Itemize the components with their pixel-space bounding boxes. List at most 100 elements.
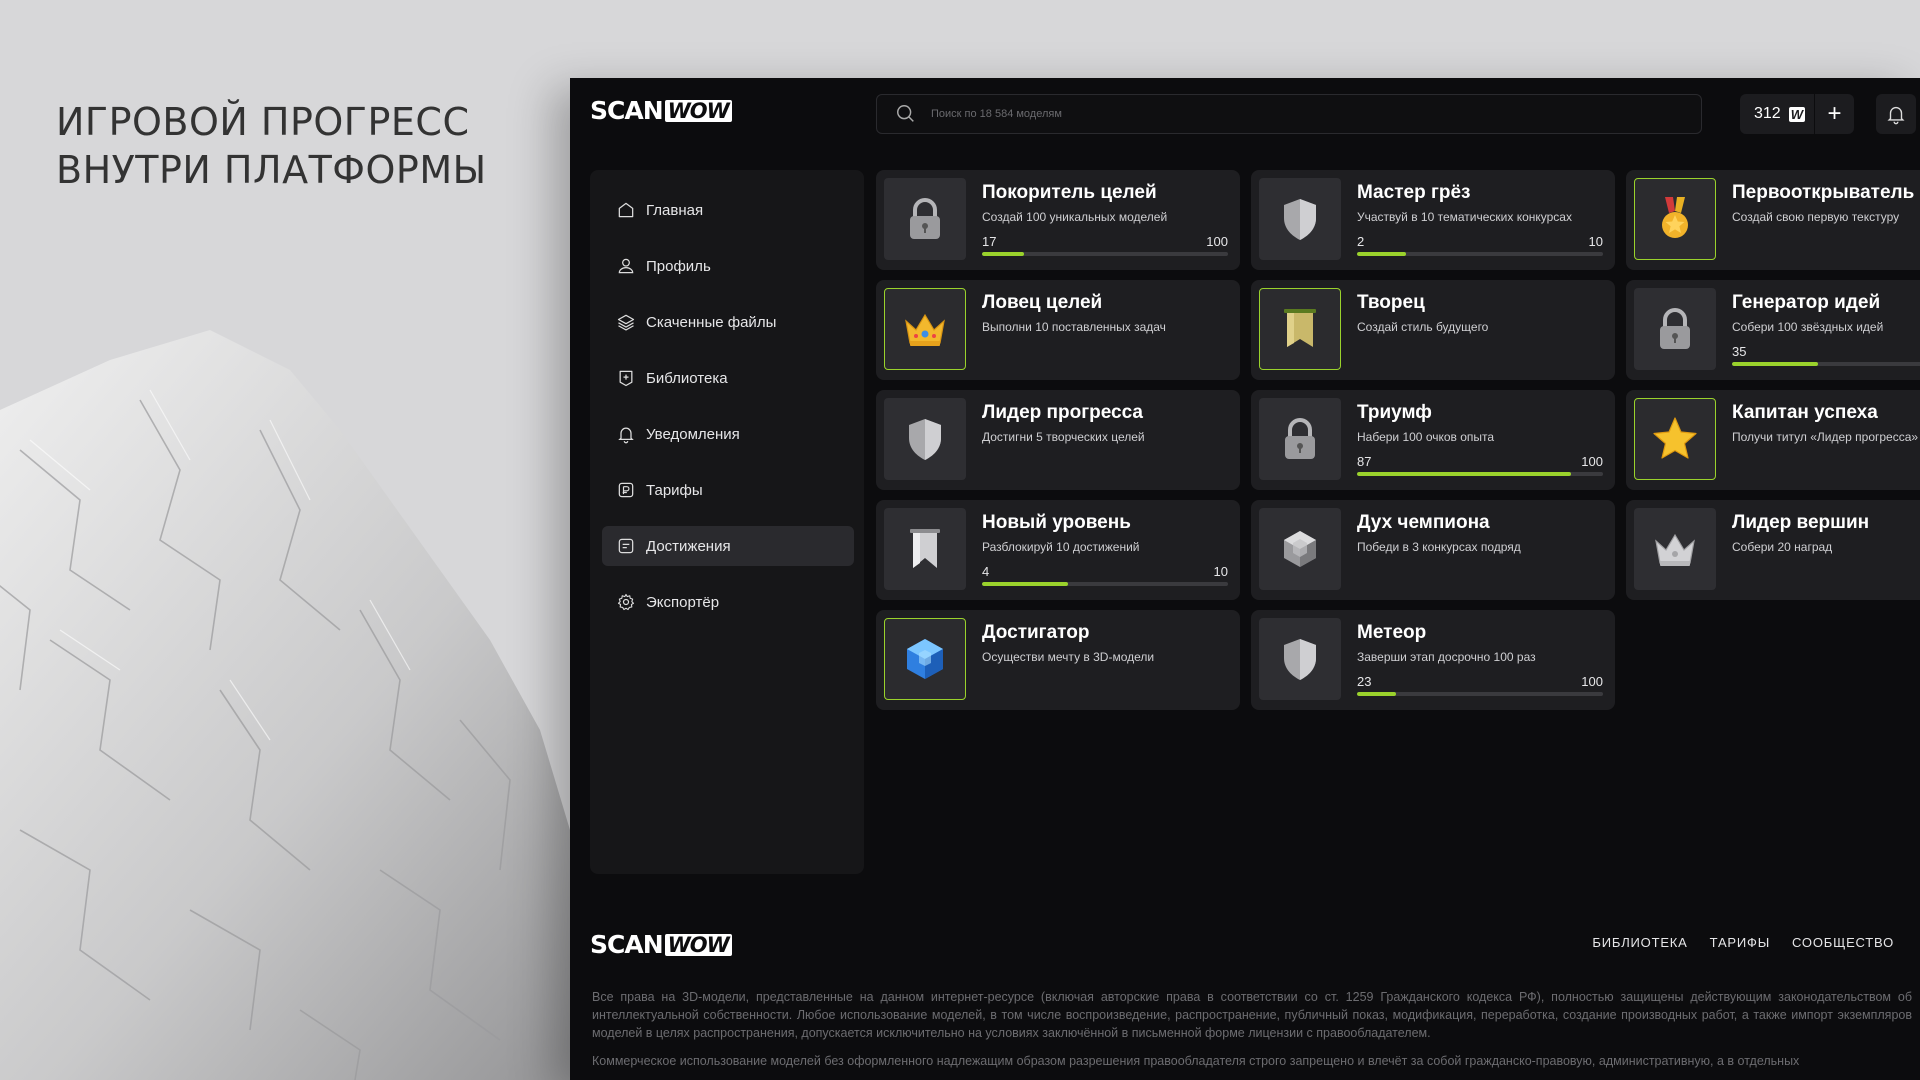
- sidebar-item-label: Главная: [646, 201, 704, 219]
- progress-fill: [1357, 252, 1407, 256]
- silver-crown-icon: [1655, 533, 1695, 566]
- achievement-thumb: [1634, 508, 1716, 590]
- achievement-card[interactable]: Первооткрыватель Создай свою первую текс…: [1626, 170, 1920, 270]
- achievement-description: Получи титул «Лидер прогресса»: [1732, 430, 1919, 444]
- sidebar-item-achievements[interactable]: Достижения: [602, 526, 854, 566]
- footer-link-library[interactable]: БИБЛИОТЕКА: [1592, 935, 1687, 950]
- tariff-icon: [618, 482, 634, 498]
- achievement-card[interactable]: Новый уровень Разблокируй 10 достижений …: [876, 500, 1240, 600]
- achievement-thumb: [1634, 178, 1716, 260]
- sidebar-item-notifications[interactable]: Уведомления: [602, 414, 854, 454]
- achievement-icon: [618, 538, 634, 554]
- achievement-card[interactable]: Покоритель целей Создай 100 уникальных м…: [876, 170, 1240, 270]
- progress-current: 2: [1357, 234, 1365, 249]
- progress-fill: [982, 252, 1024, 256]
- bookmark-icon: [910, 529, 940, 568]
- progress-fill: [1357, 692, 1397, 696]
- achievement-thumb: [1259, 618, 1341, 700]
- progress-bar: [982, 582, 1228, 586]
- sidebar-item-exporter[interactable]: Экспортёр: [602, 582, 854, 622]
- achievement-description: Осуществи мечту в 3D-модели: [982, 650, 1155, 664]
- library-icon: [619, 370, 633, 387]
- bell-icon: [618, 427, 634, 444]
- achievement-card[interactable]: Дух чемпиона Победи в 3 конкурсах подряд: [1251, 500, 1615, 600]
- achievement-thumb: [884, 398, 966, 480]
- gem-icon: [1284, 531, 1316, 567]
- notifications-button[interactable]: [1876, 94, 1916, 134]
- sidebar-item-label: Скаченные файлы: [646, 313, 777, 331]
- achievement-title: Метеор: [1357, 622, 1427, 643]
- achievement-description: Собери 20 наград: [1732, 540, 1833, 554]
- sidebar-item-tariffs[interactable]: Тарифы: [602, 470, 854, 510]
- achievement-thumb: [1259, 398, 1341, 480]
- search-icon: [897, 105, 914, 122]
- add-balance-button[interactable]: +: [1814, 94, 1854, 134]
- lock-icon: [1285, 418, 1315, 459]
- brand-logo[interactable]: SCAN WOW: [590, 96, 732, 125]
- achievement-title: Генератор идей: [1732, 292, 1881, 313]
- balance-widget[interactable]: 312 W +: [1740, 94, 1854, 134]
- sidebar-item-profile[interactable]: Профиль: [602, 246, 854, 286]
- progress-bar: [1357, 472, 1603, 476]
- balance-value: 312: [1754, 105, 1781, 122]
- achievement-card[interactable]: Генератор идей Собери 100 звёздных идей …: [1626, 280, 1920, 380]
- progress-bar: [1732, 362, 1920, 366]
- achievement-thumb: [1634, 288, 1716, 370]
- rock-illustration: [0, 330, 617, 1080]
- sidebar-item-label: Экспортёр: [646, 593, 720, 611]
- achievement-card[interactable]: Лидер прогресса Достигни 5 творческих це…: [876, 390, 1240, 490]
- achievement-card[interactable]: Достигатор Осуществи мечту в 3D-модели: [876, 610, 1240, 710]
- achievement-description: Победи в 3 конкурсах подряд: [1357, 540, 1521, 554]
- promo-headline-line1: ИГРОВОЙ ПРОГРЕСС: [56, 100, 470, 144]
- achievement-card[interactable]: Ловец целей Выполни 10 поставленных зада…: [876, 280, 1240, 380]
- achievement-title: Первооткрыватель: [1732, 182, 1915, 203]
- achievement-title: Лидер прогресса: [982, 402, 1143, 423]
- achievement-thumb: [1259, 508, 1341, 590]
- achievement-description: Создай 100 уникальных моделей: [982, 210, 1168, 224]
- footer-logo-wow: WOW: [664, 933, 732, 956]
- achievement-description: Достигни 5 творческих целей: [982, 430, 1145, 444]
- footer-link-community[interactable]: СООБЩЕСТВО: [1792, 935, 1894, 950]
- medal-icon: [1662, 197, 1688, 238]
- progress-current: 23: [1357, 674, 1372, 689]
- search-bar[interactable]: Поиск по 18 584 моделям: [876, 94, 1702, 134]
- footer-logo[interactable]: SCAN WOW: [590, 930, 732, 959]
- home-icon: [618, 202, 634, 218]
- progress-current: 35: [1732, 344, 1747, 359]
- progress-current: 4: [982, 564, 990, 579]
- achievement-title: Дух чемпиона: [1357, 512, 1490, 533]
- sidebar-item-home[interactable]: Главная: [602, 190, 854, 230]
- achievement-card[interactable]: Творец Создай стиль будущего: [1251, 280, 1615, 380]
- sidebar-item-label: Профиль: [646, 257, 711, 275]
- star-icon: [1653, 417, 1697, 459]
- progress-current: 87: [1357, 454, 1372, 469]
- brand-logo-scan: SCAN: [590, 96, 664, 125]
- achievement-thumb: [884, 288, 966, 370]
- achievement-card[interactable]: Мастер грёз Участвуй в 10 тематических к…: [1251, 170, 1615, 270]
- achievement-description: Разблокируй 10 достижений: [982, 540, 1140, 554]
- achievement-title: Мастер грёз: [1357, 182, 1471, 203]
- sidebar-item-library[interactable]: Библиотека: [602, 358, 854, 398]
- sidebar-item-label: Уведомления: [646, 425, 740, 443]
- achievement-card[interactable]: Триумф Набери 100 очков опыта 87 100: [1251, 390, 1615, 490]
- layers-icon: [617, 314, 635, 331]
- legal-paragraph-1: Все права на 3D-модели, представленные н…: [592, 990, 1912, 1040]
- achievement-card[interactable]: Капитан успеха Получи титул «Лидер прогр…: [1626, 390, 1920, 490]
- achievement-card[interactable]: Лидер вершин Собери 20 наград: [1626, 500, 1920, 600]
- cube-icon: [907, 639, 943, 679]
- lock-icon: [910, 198, 940, 239]
- achievement-card[interactable]: Метеор Заверши этап досрочно 100 раз 23 …: [1251, 610, 1615, 710]
- achievement-thumb: [884, 508, 966, 590]
- progress-max: 100: [1206, 234, 1228, 249]
- search-input[interactable]: Поиск по 18 584 моделям: [931, 108, 1062, 120]
- progress-bar: [1357, 692, 1603, 696]
- crown-icon: [905, 313, 945, 346]
- footer-link-tariffs[interactable]: ТАРИФЫ: [1710, 935, 1770, 950]
- lock-icon: [1660, 308, 1690, 349]
- legal-paragraph-2: Коммерческое использование моделей без о…: [592, 1054, 1800, 1068]
- promo-headline: ИГРОВОЙ ПРОГРЕСС ВНУТРИ ПЛАТФОРМЫ: [56, 98, 487, 194]
- achievement-title: Капитан успеха: [1732, 402, 1878, 423]
- achievement-title: Лидер вершин: [1732, 512, 1870, 533]
- sidebar-item-downloads[interactable]: Скаченные файлы: [602, 302, 854, 342]
- achievement-description: Заверши этап досрочно 100 раз: [1357, 650, 1536, 664]
